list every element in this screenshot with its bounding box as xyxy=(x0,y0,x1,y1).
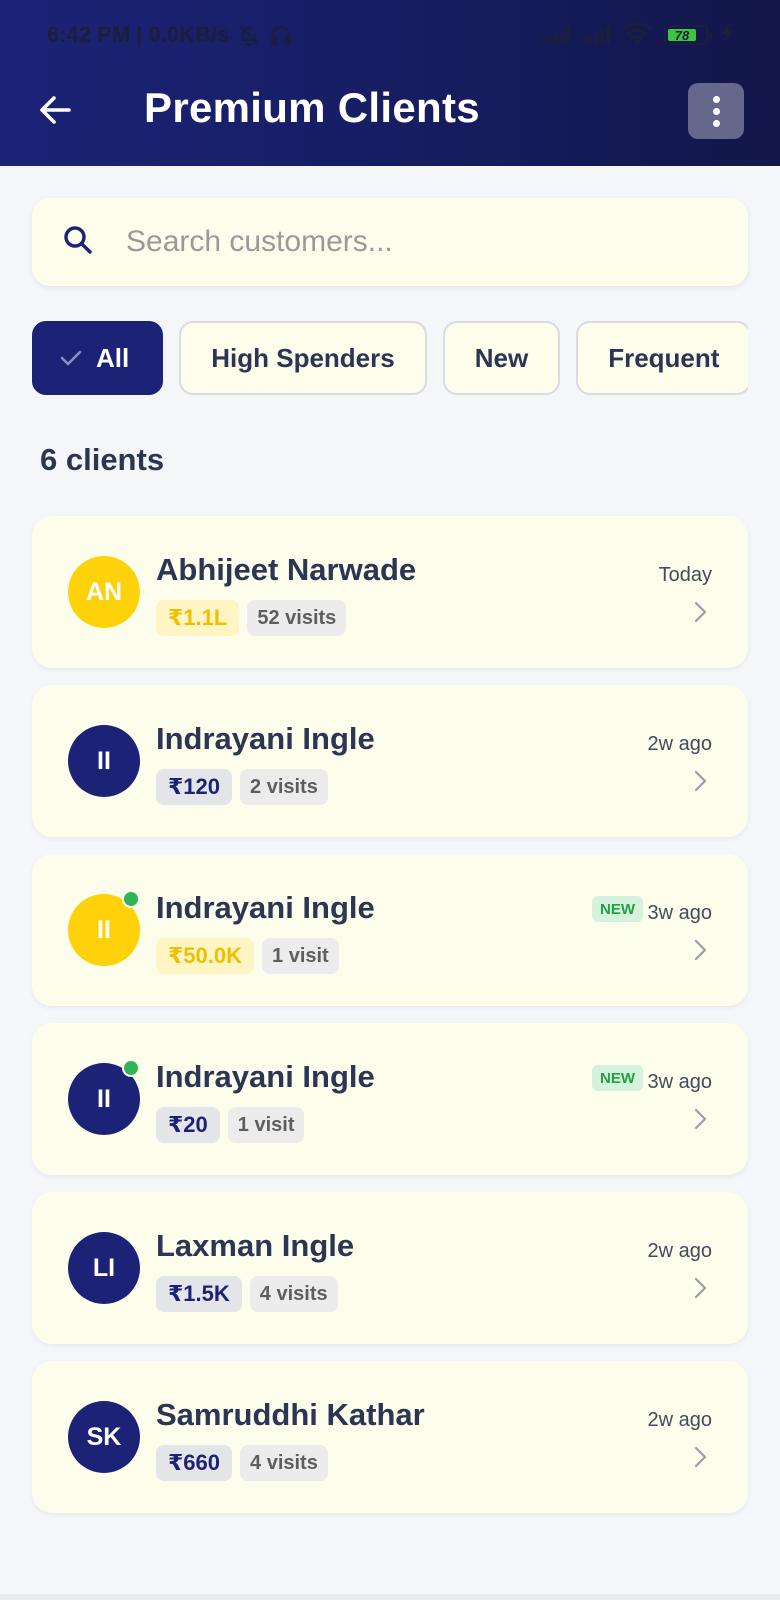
chevron-right-icon xyxy=(692,938,708,962)
filter-chip-all[interactable]: All xyxy=(32,321,164,395)
chevron-right-icon xyxy=(692,1107,708,1131)
status-left: 6:42 PM | 0.0KB/s xyxy=(47,22,293,48)
wifi-icon xyxy=(622,21,652,49)
client-list: AN Abhijeet Narwade ₹1.1L 52 visits Toda… xyxy=(32,516,748,1530)
online-indicator xyxy=(122,890,140,908)
client-tags: ₹1.1L 52 visits xyxy=(156,600,347,636)
last-visit-time: 2w ago xyxy=(647,1240,713,1262)
title-row: Premium Clients xyxy=(0,76,780,148)
avatar-initials: LI xyxy=(92,1253,116,1282)
amount-tag: ₹1.1L xyxy=(156,600,240,636)
filter-chip-label: All xyxy=(96,342,130,373)
bell-off-icon xyxy=(237,23,261,47)
visits-tag: 4 visits xyxy=(240,1445,328,1481)
avatar-initials: SK xyxy=(86,1422,122,1451)
chevron-right-icon xyxy=(692,1445,708,1469)
client-card[interactable]: AN Abhijeet Narwade ₹1.1L 52 visits Toda… xyxy=(32,516,748,668)
client-card[interactable]: LI Laxman Ingle ₹1.5K 4 visits 2w ago xyxy=(32,1192,748,1344)
client-tags: ₹50.0K 1 visit xyxy=(156,938,339,974)
app-header: 6:42 PM | 0.0KB/s 78 Premium Clients xyxy=(0,0,780,166)
avatar: II xyxy=(68,725,140,797)
amount-tag: ₹1.5K xyxy=(156,1276,242,1312)
amount-tag: ₹50.0K xyxy=(156,938,255,974)
headphones-icon xyxy=(269,23,293,47)
client-card[interactable]: SK Samruddhi Kathar ₹660 4 visits 2w ago xyxy=(32,1361,748,1513)
client-count: 6 clients xyxy=(40,442,165,477)
filter-chip-new[interactable]: New xyxy=(442,321,561,395)
status-bar: 6:42 PM | 0.0KB/s 78 xyxy=(0,0,780,70)
gesture-bar-area xyxy=(0,1594,780,1600)
filter-chip-frequent[interactable]: Frequent xyxy=(576,321,748,395)
client-tags: ₹120 2 visits xyxy=(156,769,328,805)
chevron-right-icon xyxy=(692,1276,708,1300)
amount-tag: ₹660 xyxy=(156,1445,233,1481)
status-time: 6:42 PM | 0.0KB/s xyxy=(47,22,230,47)
avatar-initials: AN xyxy=(85,577,123,606)
more-options-button[interactable] xyxy=(688,83,744,139)
new-badge: NEW xyxy=(592,896,643,922)
new-badge: NEW xyxy=(592,1065,643,1091)
more-vertical-icon xyxy=(712,95,720,103)
avatar: SK xyxy=(68,1401,140,1473)
charging-icon xyxy=(720,22,734,48)
client-card[interactable]: II Indrayani Ingle ₹20 1 visit NEW 3w ag… xyxy=(32,1023,748,1175)
battery-icon: 78 xyxy=(664,25,712,45)
client-name: Samruddhi Kathar xyxy=(156,1397,425,1432)
signal-icon xyxy=(582,26,610,44)
client-card[interactable]: II Indrayani Ingle ₹120 2 visits 2w ago xyxy=(32,685,748,837)
client-tags: ₹20 1 visit xyxy=(156,1107,305,1143)
client-name: Indrayani Ingle xyxy=(156,1059,375,1094)
filter-chip-label: High Spenders xyxy=(211,342,395,373)
client-name: Abhijeet Narwade xyxy=(156,552,417,587)
visits-tag: 1 visit xyxy=(227,1107,305,1143)
client-tags: ₹660 4 visits xyxy=(156,1445,328,1481)
signal-icon xyxy=(542,26,570,44)
client-name: Laxman Ingle xyxy=(156,1228,355,1263)
chevron-right-icon xyxy=(692,769,708,793)
client-name: Indrayani Ingle xyxy=(156,890,375,925)
last-visit-time: 2w ago xyxy=(647,733,713,755)
amount-tag: ₹20 xyxy=(156,1107,220,1143)
filter-chip-label: New xyxy=(474,342,529,373)
filter-chip-label: Frequent xyxy=(608,342,720,373)
status-right: 78 xyxy=(542,21,734,49)
client-tags: ₹1.5K 4 visits xyxy=(156,1276,338,1312)
last-visit-time: 3w ago xyxy=(647,1071,713,1093)
avatar-initials: II xyxy=(97,746,111,775)
filter-chips: All High Spenders New Frequent xyxy=(32,321,748,397)
visits-tag: 4 visits xyxy=(249,1276,338,1312)
search-icon xyxy=(62,224,94,261)
chevron-right-icon xyxy=(692,600,708,624)
check-icon xyxy=(60,349,82,367)
online-indicator xyxy=(122,1059,140,1077)
avatar-initials: II xyxy=(97,915,111,944)
search-input[interactable] xyxy=(126,225,686,259)
visits-tag: 2 visits xyxy=(240,769,328,805)
amount-tag: ₹120 xyxy=(156,769,233,805)
last-visit-time: 3w ago xyxy=(647,902,713,924)
arrow-left-icon xyxy=(40,96,71,124)
search-bar[interactable] xyxy=(32,198,748,286)
avatar-initials: II xyxy=(97,1084,111,1113)
client-name: Indrayani Ingle xyxy=(156,721,375,756)
visits-tag: 1 visit xyxy=(262,938,339,974)
avatar: AN xyxy=(68,556,140,628)
visits-tag: 52 visits xyxy=(247,600,347,636)
last-visit-time: Today xyxy=(658,564,712,586)
back-button[interactable] xyxy=(36,90,76,130)
filter-chip-high-spenders[interactable]: High Spenders xyxy=(179,321,427,395)
client-card[interactable]: II Indrayani Ingle ₹50.0K 1 visit NEW 3w… xyxy=(32,854,748,1006)
page-title: Premium Clients xyxy=(144,84,480,131)
last-visit-time: 2w ago xyxy=(647,1409,713,1431)
avatar: LI xyxy=(68,1232,140,1304)
battery-level: 78 xyxy=(668,28,697,43)
